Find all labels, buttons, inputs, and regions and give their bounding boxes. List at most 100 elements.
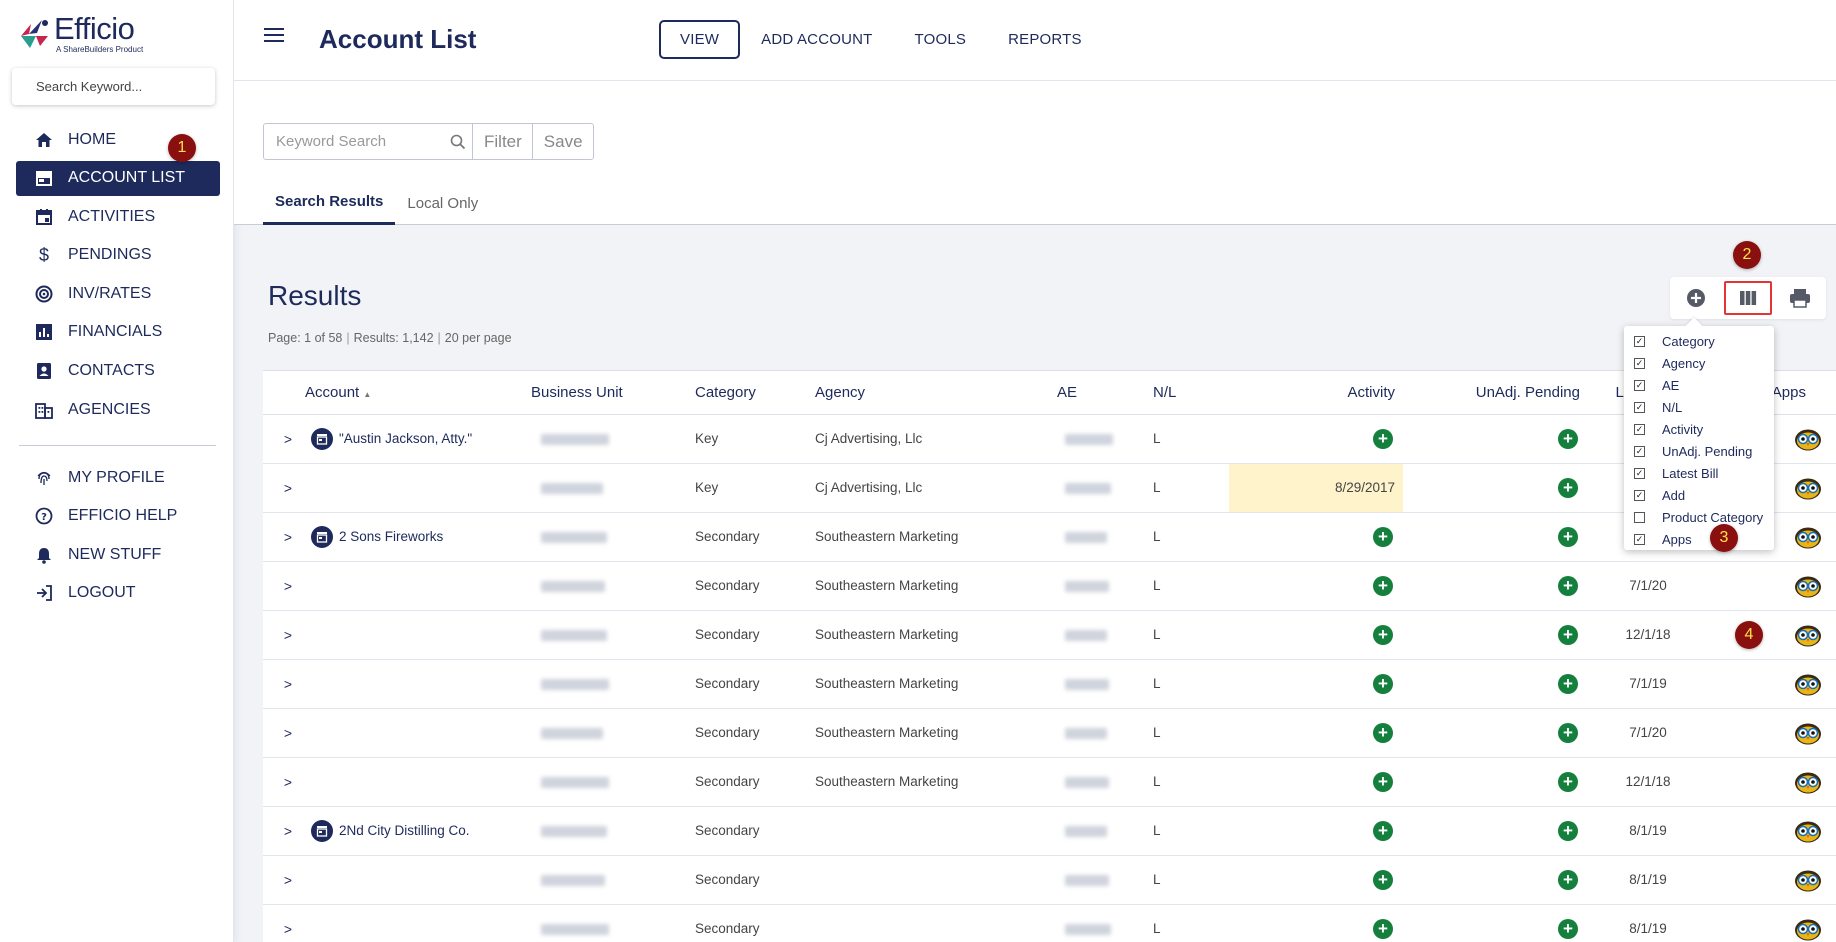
add-pending-icon[interactable]: +: [1558, 428, 1578, 449]
sidebar-item-new-stuff[interactable]: NEW STUFF: [16, 537, 220, 572]
add-activity-icon[interactable]: +: [1373, 428, 1393, 449]
expand-chevron-icon[interactable]: >: [279, 676, 297, 692]
add-activity-icon[interactable]: +: [1373, 771, 1393, 792]
col-header-category[interactable]: Category: [695, 371, 815, 415]
save-button[interactable]: Save: [531, 124, 593, 159]
sidebar-item-contacts[interactable]: CONTACTS: [16, 354, 220, 389]
checkbox-checked-icon[interactable]: ✓: [1634, 379, 1645, 391]
owl-app-icon[interactable]: [1794, 574, 1822, 598]
checkbox-checked-icon[interactable]: ✓: [1634, 335, 1645, 347]
expand-chevron-icon[interactable]: >: [279, 823, 297, 839]
table-row[interactable]: > Secondary Southeastern Marketing L + +7/1/2…: [263, 561, 1836, 611]
column-option[interactable]: ✓ Category: [1624, 330, 1774, 352]
table-row[interactable]: >2Nd City Distilling Co. Secondary L + +8/1/…: [263, 806, 1836, 856]
add-activity-icon[interactable]: +: [1373, 722, 1393, 743]
owl-app-icon[interactable]: [1794, 427, 1822, 451]
add-activity-icon[interactable]: +: [1373, 575, 1393, 596]
add-pending-icon[interactable]: +: [1558, 918, 1578, 939]
add-pending-icon[interactable]: +: [1558, 673, 1578, 694]
sidebar-item-efficio-help[interactable]: ? EFFICIO HELP: [16, 499, 220, 534]
add-pending-icon[interactable]: +: [1558, 624, 1578, 645]
expand-chevron-icon[interactable]: >: [279, 431, 297, 447]
add-activity-icon[interactable]: +: [1373, 624, 1393, 645]
filter-button[interactable]: Filter: [472, 124, 532, 159]
table-row[interactable]: >2 Sons Fireworks Secondary Southeastern M…: [263, 512, 1836, 562]
owl-app-icon[interactable]: [1794, 819, 1822, 843]
table-row[interactable]: > Secondary L + +8/1/19: [263, 904, 1836, 942]
owl-app-icon[interactable]: [1794, 623, 1822, 647]
top-nav-tools[interactable]: TOOLS: [894, 20, 988, 59]
expand-chevron-icon[interactable]: >: [279, 872, 297, 888]
column-option[interactable]: Product Category: [1624, 506, 1774, 528]
add-activity-icon[interactable]: +: [1373, 918, 1393, 939]
checkbox-checked-icon[interactable]: ✓: [1634, 423, 1645, 435]
col-header-agency[interactable]: Agency: [815, 371, 1057, 415]
checkbox-empty-icon[interactable]: [1634, 511, 1645, 523]
logo[interactable]: Efficio A ShareBuilders Product: [18, 13, 143, 58]
owl-app-icon[interactable]: [1794, 917, 1822, 941]
sidebar-item-inv-rates[interactable]: INV/RATES: [16, 276, 220, 311]
sidebar-item-activities[interactable]: ACTIVITIES: [16, 199, 220, 234]
owl-app-icon[interactable]: [1794, 868, 1822, 892]
sidebar-item-my-profile[interactable]: MY PROFILE: [16, 460, 220, 495]
sidebar-item-financials[interactable]: FINANCIALS: [16, 315, 220, 350]
columns-button[interactable]: [1724, 281, 1772, 315]
col-header-account[interactable]: Account ▲: [263, 371, 531, 415]
add-activity-icon[interactable]: +: [1373, 869, 1393, 890]
table-row[interactable]: > "Austin Jackson, Atty." Key Cj Advertisin…: [263, 414, 1836, 464]
col-header-unadj-pending[interactable]: UnAdj. Pending: [1403, 371, 1588, 415]
sidebar-item-pendings[interactable]: $ PENDINGS: [16, 238, 220, 273]
top-nav-view[interactable]: VIEW: [659, 20, 741, 59]
column-option[interactable]: ✓ Activity: [1624, 418, 1774, 440]
add-pending-icon[interactable]: +: [1558, 820, 1578, 841]
checkbox-checked-icon[interactable]: ✓: [1634, 489, 1645, 501]
owl-app-icon[interactable]: [1794, 721, 1822, 745]
column-option[interactable]: ✓ Apps: [1624, 528, 1774, 550]
column-option[interactable]: ✓ UnAdj. Pending: [1624, 440, 1774, 462]
col-header-ae[interactable]: AE: [1057, 371, 1153, 415]
account-name-link[interactable]: 2Nd City Distilling Co.: [339, 823, 470, 838]
checkbox-checked-icon[interactable]: ✓: [1634, 467, 1645, 479]
add-pending-icon[interactable]: +: [1558, 869, 1578, 890]
add-pending-icon[interactable]: +: [1558, 722, 1578, 743]
col-header-business-unit[interactable]: Business Unit: [531, 371, 695, 415]
top-nav-reports[interactable]: REPORTS: [987, 20, 1103, 59]
expand-chevron-icon[interactable]: >: [279, 921, 297, 937]
expand-chevron-icon[interactable]: >: [279, 627, 297, 643]
expand-chevron-icon[interactable]: >: [279, 774, 297, 790]
add-circle-button[interactable]: [1670, 277, 1722, 319]
checkbox-checked-icon[interactable]: ✓: [1634, 401, 1645, 413]
print-button[interactable]: [1774, 277, 1826, 319]
owl-app-icon[interactable]: [1794, 770, 1822, 794]
expand-chevron-icon[interactable]: >: [279, 578, 297, 594]
expand-chevron-icon[interactable]: >: [279, 529, 297, 545]
column-option[interactable]: ✓ N/L: [1624, 396, 1774, 418]
keyword-search-input[interactable]: [264, 124, 450, 159]
col-header-activity[interactable]: Activity: [1229, 371, 1403, 415]
sidebar-item-account-list[interactable]: ACCOUNT LIST: [16, 160, 220, 196]
table-row[interactable]: > Secondary L + +8/1/19: [263, 855, 1836, 905]
sidebar-item-logout[interactable]: LOGOUT: [16, 576, 220, 611]
account-name-link[interactable]: "Austin Jackson, Atty.": [339, 431, 472, 446]
col-header-nl[interactable]: N/L: [1153, 371, 1229, 415]
add-activity-icon[interactable]: +: [1373, 820, 1393, 841]
add-activity-icon[interactable]: +: [1373, 526, 1393, 547]
search-icon[interactable]: [450, 124, 472, 159]
expand-chevron-icon[interactable]: >: [279, 725, 297, 741]
add-activity-icon[interactable]: +: [1373, 673, 1393, 694]
sidebar-item-agencies[interactable]: AGENCIES: [16, 392, 220, 427]
table-row[interactable]: > Secondary Southeastern Marketing L + +7/1/1…: [263, 659, 1836, 709]
add-pending-icon[interactable]: +: [1558, 477, 1578, 498]
add-pending-icon[interactable]: +: [1558, 526, 1578, 547]
tab-local-only[interactable]: Local Only: [395, 181, 490, 225]
table-row[interactable]: > Secondary Southeastern Marketing L + +12/1/…: [263, 757, 1836, 807]
sidebar-search-input[interactable]: [12, 68, 215, 105]
checkbox-checked-icon[interactable]: ✓: [1634, 357, 1645, 369]
table-row[interactable]: > Secondary Southeastern Marketing L + +12/1/…: [263, 610, 1836, 660]
top-nav-add-account[interactable]: ADD ACCOUNT: [740, 20, 893, 59]
table-row[interactable]: > Secondary Southeastern Marketing L + +7/1/2…: [263, 708, 1836, 758]
add-pending-icon[interactable]: +: [1558, 771, 1578, 792]
checkbox-checked-icon[interactable]: ✓: [1634, 533, 1645, 545]
tab-search-results[interactable]: Search Results: [263, 181, 396, 225]
owl-app-icon[interactable]: [1794, 525, 1822, 549]
